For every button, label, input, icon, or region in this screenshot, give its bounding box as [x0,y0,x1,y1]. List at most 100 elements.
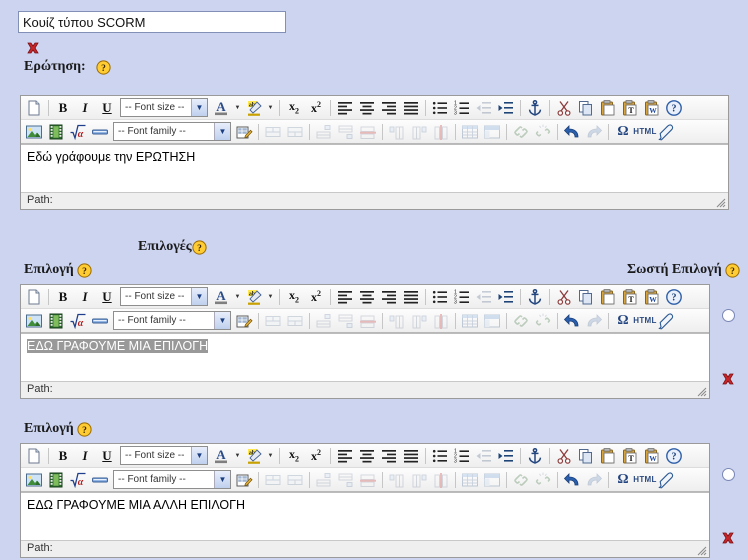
html-source-icon[interactable]: HTML [633,122,656,142]
underline-icon[interactable]: U [96,287,118,307]
underline-icon[interactable]: U [96,446,118,466]
align-right-icon[interactable] [378,287,400,307]
insert-equation-icon[interactable]: α [67,311,89,331]
copy-icon[interactable] [575,98,597,118]
font-family-select[interactable]: -- Font family -- ▼ [113,122,231,141]
bold-icon[interactable]: B [52,446,74,466]
edit-html-source-icon[interactable] [233,470,255,490]
indent-icon[interactable] [495,446,517,466]
insert-media-icon[interactable] [45,122,67,142]
subscript-icon[interactable]: x2 [283,446,305,466]
undo-icon[interactable] [561,311,583,331]
paste-icon[interactable] [597,446,619,466]
paste-word-icon[interactable]: W [641,446,663,466]
editor-content-area[interactable]: ΕΔΩ ΓΡΑΦΟΥΜΕ ΜΙΑ ΕΠΙΛΟΓΗ [21,333,709,381]
chevron-down-icon[interactable]: ▼ [214,312,230,329]
new-document-icon[interactable] [23,287,45,307]
bold-icon[interactable]: B [52,98,74,118]
help-question-icon[interactable]: ? [77,262,92,278]
align-justify-icon[interactable] [400,98,422,118]
editor-content-area[interactable]: Εδώ γράφουμε την ΕΡΩΤΗΣΗ [21,144,728,192]
anchor-icon[interactable] [524,287,546,307]
font-family-select[interactable]: -- Font family -- ▼ [113,311,231,330]
paste-icon[interactable] [597,98,619,118]
bold-icon[interactable]: B [52,287,74,307]
insert-media-icon[interactable] [45,311,67,331]
bullet-list-icon[interactable] [429,446,451,466]
paste-word-icon[interactable]: W [641,98,663,118]
insert-equation-icon[interactable]: α [67,122,89,142]
align-left-icon[interactable] [334,98,356,118]
italic-icon[interactable]: I [74,98,96,118]
new-document-icon[interactable] [23,98,45,118]
question-delete-button[interactable] [26,40,748,56]
font-size-select[interactable]: -- Font size -- ▼ [120,446,208,465]
quiz-title-input[interactable] [18,11,286,33]
chevron-down-icon[interactable]: ▼ [191,447,207,464]
superscript-icon[interactable]: x2 [305,98,327,118]
align-right-icon[interactable] [378,98,400,118]
horizontal-rule-icon[interactable] [89,311,111,331]
help-question-icon[interactable]: ? [96,59,111,75]
align-right-icon[interactable] [378,446,400,466]
editor-content-area[interactable]: ΕΔΩ ΓΡΑΦΟΥΜΕ ΜΙΑ ΑΛΛΗ ΕΠΙΛΟΓΗ [21,492,709,540]
numbered-list-icon[interactable]: 123 [451,287,473,307]
paste-text-icon[interactable]: T [619,287,641,307]
special-char-icon[interactable]: Ω [612,470,634,490]
align-justify-icon[interactable] [400,287,422,307]
highlight-color-icon[interactable]: ab [243,287,265,307]
insert-media-icon[interactable] [45,470,67,490]
text-color-icon[interactable]: A [210,98,232,118]
paste-text-icon[interactable]: T [619,446,641,466]
highlight-color-arrow[interactable]: ▼ [265,453,276,459]
highlight-color-icon[interactable]: ab [243,98,265,118]
edit-html-source-icon[interactable] [233,311,255,331]
superscript-icon[interactable]: x2 [305,446,327,466]
insert-equation-icon[interactable]: α [67,470,89,490]
cut-icon[interactable] [553,98,575,118]
chevron-down-icon[interactable]: ▼ [191,288,207,305]
special-char-icon[interactable]: Ω [612,122,634,142]
numbered-list-icon[interactable]: 123 [451,446,473,466]
correct-choice-radio[interactable] [722,309,735,322]
horizontal-rule-icon[interactable] [89,470,111,490]
html-source-icon[interactable]: HTML [633,311,656,331]
cleanup-icon[interactable] [656,311,678,331]
superscript-icon[interactable]: x2 [305,287,327,307]
text-color-arrow[interactable]: ▼ [232,294,243,300]
copy-icon[interactable] [575,287,597,307]
highlight-color-arrow[interactable]: ▼ [265,105,276,111]
font-family-select[interactable]: -- Font family -- ▼ [113,470,231,489]
choice-delete-button[interactable] [721,372,735,386]
edit-html-source-icon[interactable] [233,122,255,142]
editor-resize-grip[interactable] [714,196,726,208]
cleanup-icon[interactable] [656,122,678,142]
subscript-icon[interactable]: x2 [283,98,305,118]
italic-icon[interactable]: I [74,446,96,466]
italic-icon[interactable]: I [74,287,96,307]
underline-icon[interactable]: U [96,98,118,118]
chevron-down-icon[interactable]: ▼ [214,123,230,140]
insert-image-icon[interactable] [23,470,45,490]
copy-icon[interactable] [575,446,597,466]
help-question-icon[interactable]: ? [725,262,740,278]
text-color-arrow[interactable]: ▼ [232,105,243,111]
indent-icon[interactable] [495,287,517,307]
special-char-icon[interactable]: Ω [612,311,634,331]
help-circle-icon[interactable]: ? [663,446,685,466]
choice-delete-button[interactable] [721,531,735,545]
font-size-select[interactable]: -- Font size -- ▼ [120,287,208,306]
chevron-down-icon[interactable]: ▼ [191,99,207,116]
align-center-icon[interactable] [356,287,378,307]
indent-icon[interactable] [495,98,517,118]
paste-text-icon[interactable]: T [619,98,641,118]
bullet-list-icon[interactable] [429,98,451,118]
align-justify-icon[interactable] [400,446,422,466]
chevron-down-icon[interactable]: ▼ [214,471,230,488]
cut-icon[interactable] [553,287,575,307]
undo-icon[interactable] [561,470,583,490]
paste-icon[interactable] [597,287,619,307]
html-source-icon[interactable]: HTML [633,470,656,490]
help-question-icon[interactable]: ? [192,239,207,255]
bullet-list-icon[interactable] [429,287,451,307]
